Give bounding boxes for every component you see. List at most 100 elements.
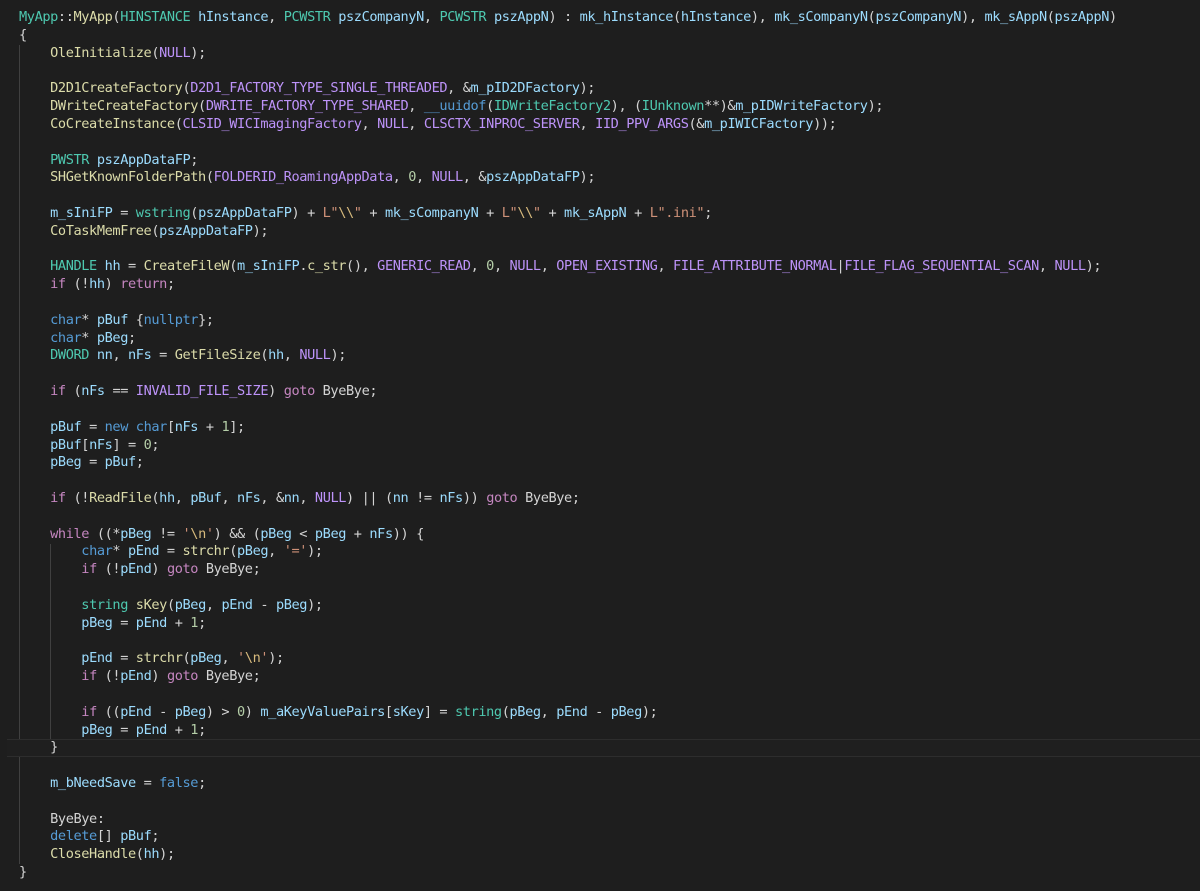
code-line[interactable]: D2D1CreateFactory(D2D1_FACTORY_TYPE_SING… <box>19 80 1200 98</box>
code-line[interactable]: SHGetKnownFolderPath(FOLDERID_RoamingApp… <box>19 169 1200 187</box>
code-token: pBeg <box>81 614 113 631</box>
code-token: pBuf <box>50 418 82 435</box>
code-line[interactable]: CloseHandle(hh); <box>19 846 1200 864</box>
code-line[interactable]: MyApp::MyApp (HINSTANCE hInstance, PCWSTR… <box>19 9 1200 27</box>
code-token: hh <box>104 258 121 275</box>
code-token: pszCompanyN <box>875 9 962 25</box>
code-line[interactable] <box>19 365 1200 383</box>
code-line[interactable]: CoCreateInstance(CLSID_WICImagingFactory… <box>19 116 1200 134</box>
code-line[interactable]: OleInitialize(NULL); <box>19 45 1200 63</box>
code-line[interactable] <box>19 134 1200 152</box>
code-token: FILE_FLAG_SEQUENTIAL_SCAN <box>844 258 1039 275</box>
code-token: - <box>587 703 611 720</box>
code-line[interactable]: { <box>19 27 1200 45</box>
code-token: = <box>151 347 175 364</box>
code-token: ( <box>151 489 160 506</box>
code-line[interactable]: CoTaskMemFree(pszAppDataFP); <box>19 223 1200 241</box>
code-line[interactable]: pBeg = pBuf; <box>19 454 1200 472</box>
code-token: if <box>81 668 97 685</box>
code-token: ); <box>579 80 596 97</box>
code-line[interactable]: if ((pEnd - pBeg) > 0) m_aKeyValuePairs[… <box>19 704 1200 722</box>
code-token: ( <box>260 347 269 364</box>
code-line[interactable]: if (!hh) return; <box>19 276 1200 294</box>
code-line[interactable] <box>19 508 1200 526</box>
code-token: ) : <box>548 9 580 25</box>
code-token: pBuf <box>96 311 129 328</box>
code-line[interactable] <box>19 579 1200 597</box>
code-line[interactable] <box>19 401 1200 419</box>
code-token: ((* <box>89 525 121 542</box>
code-token: HANDLE <box>50 258 97 275</box>
code-line[interactable]: m_sIniFP = wstring(pszAppDataFP) + L"\\"… <box>19 205 1200 223</box>
code-line[interactable]: if (!pEnd) goto ByeBye; <box>19 561 1200 579</box>
code-line[interactable]: DWriteCreateFactory(DWRITE_FACTORY_TYPE_… <box>19 98 1200 116</box>
code-token: goto <box>486 489 518 506</box>
code-token: , & <box>447 80 471 97</box>
code-line[interactable]: pBeg = pEnd + 1; <box>19 722 1200 740</box>
code-line[interactable] <box>19 294 1200 312</box>
code-line[interactable]: if (!pEnd) goto ByeBye; <box>19 668 1200 686</box>
code-token: = <box>81 418 105 435</box>
code-token: false <box>159 774 199 791</box>
code-token: 1 <box>190 614 199 631</box>
code-line[interactable] <box>19 757 1200 775</box>
code-line[interactable] <box>19 686 1200 704</box>
code-token: , <box>423 9 440 25</box>
code-token: pBeg <box>81 721 113 738</box>
code-token: OleInitialize <box>50 44 152 61</box>
code-line[interactable]: } <box>19 864 1200 882</box>
code-token: ); <box>268 650 284 667</box>
code-line[interactable]: pEnd = strchr(pBeg, '\n'); <box>19 650 1200 668</box>
code-token: ; <box>198 774 206 791</box>
code-line[interactable]: m_bNeedSave = false; <box>19 775 1200 793</box>
code-line[interactable]: char* pBuf {nullptr}; <box>19 312 1200 330</box>
code-line[interactable]: pBuf[nFs] = 0; <box>19 437 1200 455</box>
code-token: ' <box>237 650 245 667</box>
code-token: nn <box>392 489 409 506</box>
code-token: nFs <box>128 347 152 364</box>
code-line[interactable] <box>19 632 1200 650</box>
code-line[interactable]: HANDLE hh = CreateFileW(m_sIniFP.c_str()… <box>19 258 1200 276</box>
code-line[interactable] <box>19 793 1200 811</box>
code-token: CoCreateInstance <box>50 115 175 132</box>
code-token: if <box>81 561 97 578</box>
code-token: ) <box>268 383 284 400</box>
code-line[interactable]: if (!ReadFile(hh, pBuf, nFs, &nn, NULL) … <box>19 490 1200 508</box>
code-line[interactable] <box>19 472 1200 490</box>
code-token: ByeBye; <box>198 561 261 578</box>
code-line[interactable]: char* pBeg; <box>19 330 1200 348</box>
code-line[interactable] <box>19 62 1200 80</box>
code-line[interactable]: string sKey(pBeg, pEnd - pBeg); <box>19 597 1200 615</box>
code-area[interactable]: MyApp::MyApp(HINSTANCE hInstance, PCWSTR… <box>7 9 1200 882</box>
code-line[interactable]: while ((*pBeg != '\n') && (pBeg < pBeg +… <box>19 526 1200 544</box>
code-token: nFs <box>81 383 105 400</box>
code-token: mk_sAppN <box>564 204 627 221</box>
code-token: nFs <box>237 489 261 506</box>
code-line[interactable] <box>19 187 1200 205</box>
code-line[interactable]: delete[] pBuf; <box>19 828 1200 846</box>
code-token: if <box>50 276 66 293</box>
code-token: = <box>135 774 160 791</box>
code-line[interactable]: PWSTR pszAppDataFP; <box>19 152 1200 170</box>
code-line[interactable]: if (nFs == INVALID_FILE_SIZE) goto ByeBy… <box>19 383 1200 401</box>
code-token: + <box>346 525 370 542</box>
code-line[interactable]: char* pEnd = strchr(pBeg, '='); <box>19 543 1200 561</box>
code-token: hh <box>143 846 160 863</box>
code-token: pBeg <box>509 703 542 720</box>
code-editor[interactable]: MyApp::MyApp(HINSTANCE hInstance, PCWSTR… <box>0 0 1200 891</box>
code-line[interactable]: ByeBye: <box>19 811 1200 829</box>
code-line[interactable] <box>19 241 1200 259</box>
code-line[interactable]: pBeg = pEnd + 1; <box>19 615 1200 633</box>
code-token: , <box>221 650 238 667</box>
code-line[interactable]: DWORD nn, nFs = GetFileSize(hh, NULL); <box>19 347 1200 365</box>
code-token: = <box>120 258 144 275</box>
code-token: , <box>540 703 557 720</box>
code-line[interactable]: } <box>7 739 1200 757</box>
code-line[interactable]: pBuf = new char[nFs + 1]; <box>19 419 1200 437</box>
